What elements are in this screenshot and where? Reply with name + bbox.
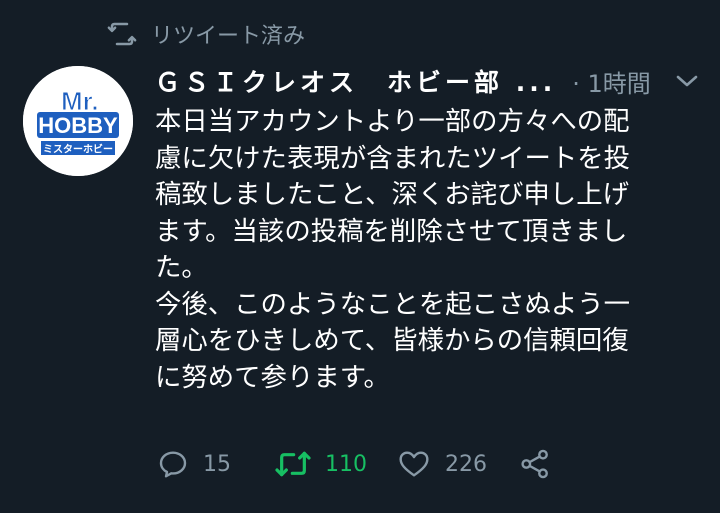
display-name[interactable]: ＧＳＩクレオス ホビー部 ...	[155, 63, 556, 99]
tweet-text-line: 今後、このようなことを起こさぬよう一	[155, 288, 631, 320]
share-icon	[521, 449, 548, 479]
heart-icon	[399, 451, 429, 477]
tweet-text-line: た。	[155, 252, 208, 283]
retweet-icon	[107, 22, 137, 46]
tweet-header: ＧＳＩクレオス ホビー部 ... · 1時間	[155, 62, 700, 100]
avatar[interactable]: Mr. HOBBY ミスターホビー	[23, 66, 133, 176]
tweet-screen: リツイート済み Mr. HOBBY ミスターホビー ＧＳＩクレオス ホビー部 .…	[0, 0, 720, 513]
share-button[interactable]	[519, 446, 551, 482]
tweet-text-line: 層心をひきしめて、皆様からの信頼回復	[155, 325, 629, 356]
reply-count: 15	[203, 451, 231, 477]
reply-icon	[159, 451, 187, 478]
retweet-button[interactable]: 110	[275, 446, 367, 482]
tweet-text-line: ます。当該の投稿を削除させて頂きまし	[155, 215, 628, 247]
retweet-count: 110	[325, 451, 367, 477]
retweet-icon	[275, 451, 311, 477]
tweet-text-line: に努めて参ります。	[155, 361, 390, 393]
tweet-actions: 15 110 226	[157, 446, 597, 482]
timestamp[interactable]: · 1時間	[572, 64, 651, 99]
reply-button[interactable]: 15	[157, 446, 231, 482]
mr-hobby-logo: Mr. HOBBY ミスターホビー	[23, 66, 133, 176]
tweet-text-line: 稿致しましたこと、深くお詫び申し上げ	[155, 179, 629, 210]
tweet-text-line: 本日当アカウントより一部の方々への配	[155, 106, 630, 137]
retweeted-label: リツイート済み	[151, 24, 306, 49]
logo-mr-text: Mr.	[61, 86, 99, 116]
tweet-text: 本日当アカウントより一部の方々への配 慮に欠けた表現が含まれたツイートを投 稿致…	[155, 104, 711, 396]
like-button[interactable]: 226	[397, 446, 487, 482]
retweeted-header: リツイート済み	[107, 18, 305, 50]
like-count: 226	[445, 451, 487, 477]
tweet-text-line: 慮に欠けた表現が含まれたツイートを投	[155, 142, 631, 174]
logo-hobby-text: HOBBY	[38, 113, 118, 138]
chevron-down-icon[interactable]	[674, 70, 700, 92]
logo-sub-text: ミスターホビー	[43, 143, 113, 156]
